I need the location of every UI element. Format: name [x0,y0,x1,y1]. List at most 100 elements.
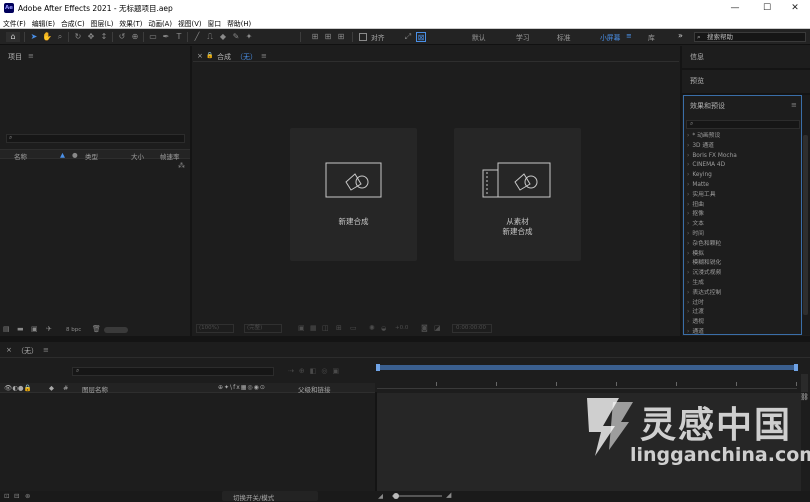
effects-category[interactable]: › 抠像 [684,210,801,220]
effects-category[interactable]: › 杂色和颗粒 [684,240,801,250]
work-area-bar[interactable] [377,365,797,370]
close-button[interactable]: ✕ [780,0,810,16]
pan-tool-icon[interactable]: ✥ [86,32,96,42]
expand-transfer-icon[interactable]: ⊟ [14,492,19,500]
effects-category[interactable]: › * 动画预设 [684,132,801,142]
snap-features-icon[interactable]: ⊠ [416,32,426,42]
menu-edit[interactable]: 编辑(E) [29,16,58,28]
effects-category[interactable]: › 扭曲 [684,201,801,211]
effects-category[interactable]: › 3D 通道 [684,142,801,152]
chevron-right-icon[interactable]: › [687,221,689,227]
menu-layer[interactable]: 图层(L) [88,16,117,28]
chevron-right-icon[interactable]: › [687,290,689,296]
orbit-tool-icon[interactable]: ↻ [73,32,83,42]
bit-depth-button[interactable]: 8 bpc [66,327,81,333]
axis-local-icon[interactable]: ⊞ [310,32,320,42]
timeline-menu-icon[interactable]: ≡ [43,346,49,354]
chevron-right-icon[interactable]: › [687,231,689,237]
trash-icon[interactable]: 🗑 [92,325,101,333]
effects-scroll-thumb[interactable] [803,135,808,315]
new-comp-from-footage-card[interactable]: 从素材 新建合成 [454,128,581,261]
timeline-switches-icons[interactable]: ⇢⊕◧◎▣ [288,367,344,376]
current-time-field[interactable]: 0:00:00:00 [452,324,492,333]
snap-options-icon[interactable]: ⤢ [403,32,413,42]
new-composition-card[interactable]: 新建合成 [290,128,417,261]
timeline-zoom-slider[interactable] [392,495,442,497]
workspace-standard[interactable]: 标准 [557,32,571,42]
zoom-out-mountain-icon[interactable]: ◢ [378,492,383,500]
effects-category[interactable]: › 透视 [684,318,801,328]
exposure-icon[interactable]: ✺ [369,324,375,332]
effects-category[interactable]: › 模拟 [684,250,801,260]
column-type[interactable]: 类型 [85,151,98,161]
brush-tool-icon[interactable]: ╱ [192,32,202,42]
puppet-tool-icon[interactable]: ✦ [244,32,254,42]
home-icon[interactable]: ⌂ [6,32,20,42]
project-menu-icon[interactable]: ≡ [28,52,34,60]
new-folder-icon[interactable]: ▬ [17,326,27,333]
chevron-right-icon[interactable]: › [687,309,689,315]
chevron-right-icon[interactable]: › [687,270,689,276]
menu-composition[interactable]: 合成(C) [58,16,88,28]
show-channel-icon[interactable]: ▭ [350,324,357,332]
effects-category[interactable]: › 文本 [684,220,801,230]
effects-search-input[interactable]: ⌕ [686,120,800,129]
chevron-right-icon[interactable]: › [687,182,689,188]
chevron-right-icon[interactable]: › [687,162,689,168]
maximize-button[interactable]: ☐ [752,0,782,16]
menu-window[interactable]: 窗口 [205,16,225,28]
snapshot-icon[interactable]: ◙ [421,324,428,332]
project-panel-title[interactable]: 项目 [8,52,22,62]
timeline-zoom-thumb[interactable] [393,493,399,499]
workspace-learn[interactable]: 学习 [516,32,530,42]
interpret-footage-icon[interactable]: ▤ [3,326,13,333]
chevron-right-icon[interactable]: › [687,143,689,149]
pen-tool-icon[interactable]: ✒ [161,32,171,42]
chevron-right-icon[interactable]: › [687,251,689,257]
menu-animation[interactable]: 动画(A) [145,16,175,28]
expand-inout-icon[interactable]: ⊛ [25,492,30,500]
chevron-right-icon[interactable]: › [687,133,689,139]
timeline-search-input[interactable]: ⌕ [72,367,274,376]
label-column-icon[interactable]: ◆ [49,384,54,392]
effects-category[interactable]: › 模糊和锐化 [684,259,801,269]
timeline-title[interactable]: （无） [17,346,38,356]
minimize-button[interactable]: — [720,0,750,16]
label-icon[interactable]: ▲ [60,151,65,159]
type-tool-icon[interactable]: T [174,32,184,42]
effects-category[interactable]: › Matte [684,181,801,191]
close-tab-icon[interactable]: × [197,52,203,60]
menu-effect[interactable]: 效果(T) [116,16,145,28]
show-snapshot-icon[interactable]: ◪ [434,324,441,332]
effects-category[interactable]: › 生成 [684,279,801,289]
project-search-input[interactable]: ⌕ [6,134,185,143]
chevron-right-icon[interactable]: › [687,211,689,217]
column-name[interactable]: 名称 [14,151,27,161]
effects-category[interactable]: › Boris FX Mocha [684,152,801,162]
render-time-icon[interactable]: ⊡ [4,492,9,500]
chevron-right-icon[interactable]: › [687,300,689,306]
effects-category[interactable]: › CINEMA 4D [684,161,801,171]
anchor-tool-icon[interactable]: ⊕ [130,32,140,42]
guides-icon[interactable]: ⊞ [336,324,342,332]
workspace-menu-icon[interactable]: ≡ [626,32,632,40]
effects-category[interactable]: › 过时 [684,299,801,309]
new-composition-icon[interactable]: ▣ [31,326,41,333]
search-help-input[interactable]: ⌕ 搜索帮助 [694,32,806,42]
menu-file[interactable]: 文件(F) [0,16,29,28]
snap-checkbox[interactable] [359,33,367,41]
column-framerate[interactable]: 帧速率 [160,151,180,161]
work-area-end-handle[interactable] [794,364,798,371]
axis-view-icon[interactable]: ⊞ [336,32,346,42]
reset-exposure-icon[interactable]: ◒ [381,325,386,332]
hand-tool-icon[interactable]: ✋ [42,32,52,42]
chevron-right-icon[interactable]: › [687,260,689,266]
transparency-grid-icon[interactable]: ▦ [310,324,317,332]
chevron-right-icon[interactable]: › [687,241,689,247]
lock-icon[interactable]: 🔒 [206,52,213,59]
axis-world-icon[interactable]: ⊞ [323,32,333,42]
switch-column-icons[interactable]: ⊕✦\fx▦◎◉⊙ [218,384,266,391]
chevron-right-icon[interactable]: › [687,153,689,159]
parent-link-column[interactable]: 父级和链接 [298,384,331,394]
pin-icon[interactable]: ✈ [46,325,56,333]
